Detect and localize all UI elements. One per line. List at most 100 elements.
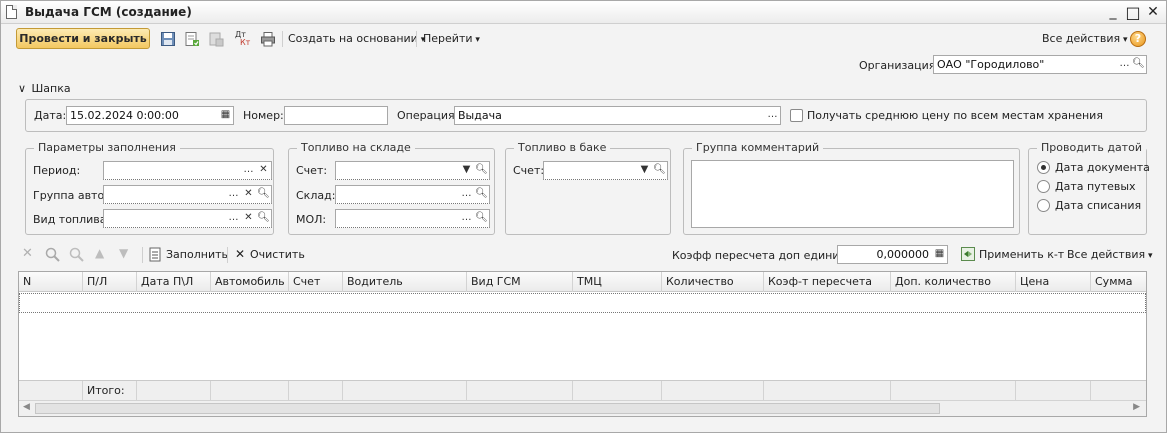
search-icon[interactable]: 🔍︎ (474, 186, 489, 203)
fuel-tank-group: Топливо в баке Счет: ▼ 🔍︎ (505, 141, 671, 235)
post-by-date-title: Проводить датой (1037, 141, 1146, 154)
avg-price-checkbox[interactable] (790, 109, 803, 122)
column-header[interactable]: N (19, 272, 83, 292)
search-icon[interactable]: 🔍︎ (256, 186, 271, 203)
period-label: Период: (33, 164, 81, 177)
apply-coef-button[interactable]: Применить к-т (979, 248, 1064, 261)
column-header[interactable]: Количество (662, 272, 764, 292)
fuel-stock-title: Топливо на складе (297, 141, 415, 154)
radio-writeoff-date[interactable] (1037, 199, 1050, 212)
search-icon[interactable]: 🔍︎ (474, 210, 489, 227)
organization-field[interactable]: ОАО "Городилово" … 🔍︎ (933, 55, 1147, 74)
search-icon[interactable]: 🔍︎ (652, 162, 667, 179)
search-icon[interactable]: 🔍︎ (1131, 56, 1146, 73)
search-icon[interactable]: 🔍︎ (474, 162, 489, 179)
radio-label: Дата списания (1055, 199, 1142, 212)
move-down-icon[interactable]: ▼ (119, 246, 128, 260)
clear-icon[interactable]: ✕ (241, 186, 256, 203)
window-title: Выдача ГСМ (создание) (25, 5, 192, 19)
header-section-toggle[interactable]: ∨ Шапка (18, 82, 71, 95)
move-up-icon[interactable]: ▲ (95, 246, 104, 260)
column-header[interactable]: Счет (289, 272, 343, 292)
table-all-actions-menu[interactable]: Все действия (1067, 248, 1152, 261)
calendar-icon[interactable]: ▦ (218, 107, 233, 124)
clear-table-icon[interactable]: ✕ (235, 247, 245, 261)
title-bar: Выдача ГСМ (создание) _ □ ✕ (1, 1, 1166, 24)
column-header[interactable]: Вид ГСМ (467, 272, 573, 292)
comment-textarea[interactable] (691, 160, 1014, 228)
column-header[interactable]: Доп. количество (891, 272, 1016, 292)
column-header[interactable]: П/Л (83, 272, 137, 292)
scroll-left-icon[interactable]: ◀ (23, 402, 30, 412)
close-button[interactable]: ✕ (1144, 4, 1162, 21)
maximize-button[interactable]: □ (1124, 4, 1142, 21)
operation-label: Операция: (397, 109, 459, 122)
post-document-icon[interactable] (184, 31, 200, 47)
post-and-close-button[interactable]: Провести и закрыть (16, 28, 150, 49)
goto-menu[interactable]: Перейти (423, 32, 480, 45)
footer-cell (19, 381, 83, 400)
clear-icon[interactable]: ✕ (256, 162, 271, 179)
operation-field[interactable]: Выдача … (454, 106, 781, 125)
create-based-on-menu[interactable]: Создать на основании (288, 32, 425, 45)
auto-group-field[interactable]: … ✕ 🔍︎ (103, 185, 272, 204)
unpost-document-icon[interactable] (208, 31, 224, 47)
document-icon (6, 5, 17, 19)
select-button[interactable]: … (1117, 56, 1132, 73)
organization-label: Организация: (859, 59, 940, 72)
fuel-issue-table[interactable]: N П/Л Дата П\Л Автомобиль Счет Водитель … (18, 271, 1147, 417)
fuel-type-field[interactable]: … ✕ 🔍︎ (103, 209, 272, 228)
find-icon[interactable] (45, 247, 60, 262)
save-icon[interactable] (160, 31, 176, 47)
coef-field[interactable]: 0,000000 ▦ (837, 245, 948, 264)
dropdown-icon[interactable]: ▼ (459, 162, 474, 179)
fill-params-group: Параметры заполнения Период: … ✕ Группа … (25, 141, 274, 235)
column-header[interactable]: Сумма (1091, 272, 1148, 292)
select-button[interactable]: … (459, 210, 474, 227)
column-header[interactable]: Автомобиль (211, 272, 289, 292)
fill-button[interactable]: Заполнить (166, 248, 228, 261)
apply-coef-icon[interactable] (961, 247, 975, 261)
table-footer: Итого: (19, 380, 1146, 400)
minimize-button[interactable]: _ (1104, 4, 1122, 21)
date-field[interactable]: 15.02.2024 0:00:00 ▦ (66, 106, 234, 125)
column-header[interactable]: Коэф-т пересчета (764, 272, 891, 292)
mol-field[interactable]: … 🔍︎ (335, 209, 490, 228)
clear-icon[interactable]: ✕ (241, 210, 256, 227)
horizontal-scrollbar[interactable]: ◀ ▶ (19, 400, 1146, 416)
tank-account-field[interactable]: ▼ 🔍︎ (543, 161, 668, 180)
radio-document-date[interactable] (1037, 161, 1050, 174)
clear-button[interactable]: Очистить (250, 248, 305, 261)
dropdown-icon[interactable]: ▼ (637, 162, 652, 179)
select-button[interactable]: … (226, 186, 241, 203)
select-button[interactable]: … (765, 107, 780, 124)
select-button[interactable]: … (241, 162, 256, 179)
select-button[interactable]: … (459, 186, 474, 203)
scroll-right-icon[interactable]: ▶ (1133, 402, 1140, 412)
scrollbar-thumb[interactable] (35, 403, 940, 414)
table-row[interactable] (19, 293, 1146, 313)
footer-cell (1016, 381, 1091, 400)
fill-icon[interactable] (149, 247, 162, 262)
number-field[interactable] (284, 106, 388, 125)
dt-kt-postings-icon[interactable]: Дт Кт (235, 31, 253, 47)
calculator-icon[interactable]: ▦ (932, 246, 947, 263)
cancel-find-icon[interactable] (69, 247, 84, 262)
help-icon[interactable]: ? (1130, 31, 1146, 47)
all-actions-menu[interactable]: Все действия (1042, 32, 1127, 45)
footer-cell (891, 381, 1016, 400)
radio-waybill-date[interactable] (1037, 180, 1050, 193)
delete-row-icon[interactable]: ✕ (22, 246, 33, 261)
table-header: N П/Л Дата П\Л Автомобиль Счет Водитель … (19, 272, 1146, 292)
toolbar-separator (416, 31, 417, 47)
column-header[interactable]: Цена (1016, 272, 1091, 292)
column-header[interactable]: Водитель (343, 272, 467, 292)
search-icon[interactable]: 🔍︎ (256, 210, 271, 227)
warehouse-field[interactable]: … 🔍︎ (335, 185, 490, 204)
column-header[interactable]: Дата П\Л (137, 272, 211, 292)
print-icon[interactable] (260, 31, 276, 47)
select-button[interactable]: … (226, 210, 241, 227)
stock-account-field[interactable]: ▼ 🔍︎ (335, 161, 490, 180)
period-field[interactable]: … ✕ (103, 161, 272, 180)
column-header[interactable]: ТМЦ (573, 272, 662, 292)
